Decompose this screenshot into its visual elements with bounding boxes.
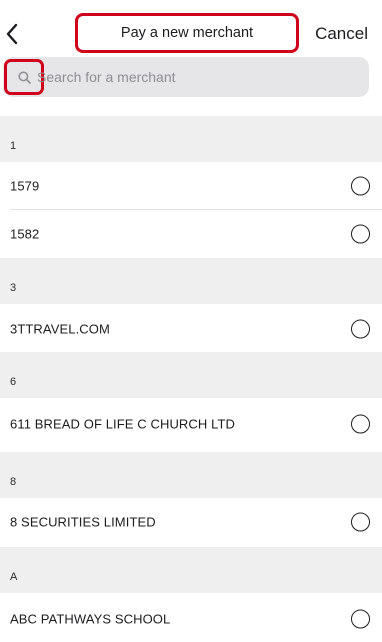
merchant-row-8-securities[interactable]: 8 SECURITIES LIMITED	[0, 498, 382, 545]
top-bar: Pay a new merchant Cancel	[0, 0, 382, 116]
section-header-6: 6	[0, 352, 382, 398]
section-header-label: 8	[10, 476, 17, 488]
radio-button[interactable]	[351, 414, 370, 433]
merchant-name: 8 SECURITIES LIMITED	[10, 514, 156, 529]
merchant-name: 1579	[10, 178, 40, 193]
search-input[interactable]	[37, 65, 337, 89]
search-icon	[18, 71, 31, 84]
radio-button[interactable]	[351, 224, 370, 243]
merchant-row-3ttravel[interactable]: 3TTRAVEL.COM	[0, 305, 382, 352]
chevron-left-icon	[6, 23, 18, 45]
merchant-name: 611 BREAD OF LIFE C CHURCH LTD	[10, 416, 236, 431]
back-button[interactable]	[4, 22, 22, 46]
radio-button[interactable]	[351, 609, 370, 628]
section-header-8: 8	[0, 452, 382, 498]
section-header-label: A	[10, 571, 18, 583]
section-header-a: A	[0, 547, 382, 593]
radio-button[interactable]	[351, 176, 370, 195]
merchant-row-1579[interactable]: 1579	[0, 162, 382, 209]
radio-button[interactable]	[351, 512, 370, 531]
section-header-label: 6	[10, 376, 17, 388]
merchant-name: 3TTRAVEL.COM	[10, 321, 110, 336]
merchant-row-abc-pathways[interactable]: ABC PATHWAYS SCHOOL	[0, 595, 382, 642]
section-header-3: 3	[0, 258, 382, 304]
search-bar[interactable]	[3, 57, 369, 97]
merchant-name: ABC PATHWAYS SCHOOL	[10, 611, 171, 626]
merchant-row-611-bread-of-life[interactable]: 611 BREAD OF LIFE C CHURCH LTD	[0, 400, 382, 447]
section-header-1: 1	[0, 116, 382, 162]
radio-button[interactable]	[351, 319, 370, 338]
merchant-row-1582[interactable]: 1582	[0, 210, 382, 257]
section-header-label: 3	[10, 282, 17, 294]
section-header-label: 1	[10, 140, 17, 152]
page-title: Pay a new merchant	[75, 13, 299, 53]
merchant-name: 1582	[10, 226, 40, 241]
cancel-button[interactable]: Cancel	[315, 24, 368, 44]
